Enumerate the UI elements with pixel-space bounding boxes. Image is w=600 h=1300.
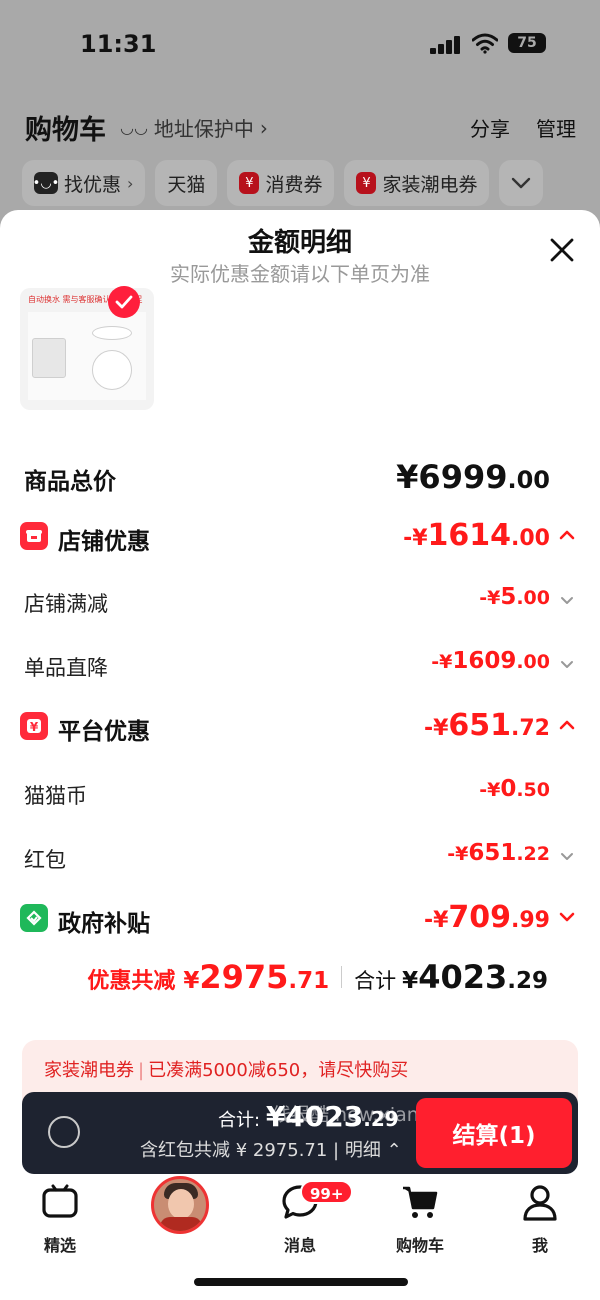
cart-icon xyxy=(403,1186,438,1218)
chevron-down-icon xyxy=(559,912,575,922)
chips-expand-button[interactable] xyxy=(499,160,544,206)
row-total-price: 商品总价 ¥6999.00 xyxy=(0,458,600,498)
chevron-right-icon: › xyxy=(127,173,134,193)
row-value: -¥0.50 xyxy=(479,776,550,802)
promo-text: 家装潮电券 | 已凑满5000减650，请尽快购买 xyxy=(44,1060,409,1081)
chip-consumer-voucher[interactable]: ¥ 消费券 xyxy=(227,160,335,206)
row-platform-discount[interactable]: ¥ 平台优惠 -¥651.72 xyxy=(0,708,600,748)
row-label: 商品总价 xyxy=(24,469,116,495)
row-store-discount[interactable]: 店铺优惠 -¥1614.00 xyxy=(0,518,600,558)
coupon-face-icon: •◡• xyxy=(33,172,59,194)
chevron-up-icon: ⌃ xyxy=(386,1140,402,1161)
red-coupon-icon: ¥ xyxy=(356,172,377,194)
row-label: 店铺满减 xyxy=(24,592,108,616)
avatar xyxy=(151,1176,209,1234)
grand-total-value: 4023 xyxy=(418,958,508,996)
tab-label: 我 xyxy=(531,1236,548,1255)
promo-message: 已凑满5000减650，请尽快购买 xyxy=(148,1060,409,1081)
cart-title: 购物车 xyxy=(25,115,106,146)
discount-summary: 优惠共减 ¥ 2975 .71 合计 ¥ 4023 .29 xyxy=(87,958,548,996)
address-protect-link[interactable]: ◡◡ 地址保护中 › xyxy=(120,113,268,142)
tab-me[interactable]: 我 xyxy=(495,1182,585,1256)
row-label: 平台优惠 xyxy=(58,719,150,745)
row-red-packet[interactable]: 红包 -¥651.22 xyxy=(0,840,600,880)
filter-chips: •◡• 找优惠 › 天猫 ¥ 消费券 ¥ 家装潮电券 xyxy=(22,160,544,206)
row-label: 红包 xyxy=(24,848,66,872)
row-value: -¥1609.00 xyxy=(431,648,550,674)
row-value: -¥1614.00 xyxy=(403,518,550,553)
row-gov-subsidy[interactable]: 政府补贴 -¥709.99 xyxy=(0,900,600,940)
store-icon xyxy=(20,522,48,550)
close-icon[interactable] xyxy=(544,232,580,268)
chevron-down-icon xyxy=(561,853,573,860)
select-all-radio[interactable] xyxy=(48,1116,80,1148)
manage-button[interactable]: 管理 xyxy=(536,113,576,142)
promo-tag: 家装潮电券 xyxy=(44,1060,134,1081)
signal-icon xyxy=(430,36,462,54)
chip-label: 天猫 xyxy=(167,173,206,196)
chip-home-appliance-voucher[interactable]: ¥ 家装潮电券 xyxy=(344,160,490,206)
tab-cart[interactable]: 购物车 xyxy=(375,1182,465,1256)
row-label: 店铺优惠 xyxy=(58,529,150,555)
cart-header: 购物车 ◡◡ 地址保护中 › 分享 管理 xyxy=(0,100,600,150)
row-value: -¥709.99 xyxy=(423,900,550,935)
checkout-detail-link[interactable]: 含红包共减 ¥ 2975.71 | 明细 ⌃ xyxy=(140,1136,402,1162)
checkout-bar: 合计: ¥4023.29 含红包共减 ¥ 2975.71 | 明细 ⌃ 线报酷 … xyxy=(22,1092,578,1174)
row-label: 猫猫币 xyxy=(24,784,87,808)
sheet-subtitle: 实际优惠金额请以下单页为准 xyxy=(170,262,430,286)
chevron-up-icon xyxy=(559,530,575,540)
cart-page-background: 11:31 75 购物车 ◡◡ 地址保护中 › 分享 管理 •◡• 找优惠 › … xyxy=(0,0,600,230)
row-value: -¥5.00 xyxy=(479,584,550,610)
row-cat-coin: 猫猫币 -¥0.50 xyxy=(0,776,600,816)
chip-find-deals[interactable]: •◡• 找优惠 › xyxy=(22,160,146,206)
checkout-button[interactable]: 结算(1) xyxy=(416,1098,572,1168)
featured-tv-icon xyxy=(42,1184,78,1218)
wifi-icon xyxy=(472,33,498,54)
row-value: ¥6999.00 xyxy=(396,458,550,496)
grand-total-label: 合计 xyxy=(354,969,397,993)
chevron-down-icon xyxy=(512,177,531,189)
tab-featured[interactable]: 精选 xyxy=(15,1182,105,1256)
red-coupon-icon: ¥ xyxy=(239,172,260,194)
tab-live[interactable] xyxy=(135,1176,225,1240)
selected-check-icon[interactable] xyxy=(108,286,140,318)
row-label: 单品直降 xyxy=(24,656,108,680)
home-indicator xyxy=(194,1278,408,1286)
closed-eye-icon: ◡◡ xyxy=(120,118,148,137)
status-bar: 11:31 75 xyxy=(0,0,600,90)
chip-tmall[interactable]: 天猫 xyxy=(155,160,218,206)
tab-label: 购物车 xyxy=(395,1236,444,1255)
robot-dock-image xyxy=(32,338,66,378)
address-protect-label: 地址保护中 xyxy=(153,117,254,141)
tab-label: 消息 xyxy=(283,1236,316,1255)
chip-label: 消费券 xyxy=(265,173,323,196)
message-count-badge: 99+ xyxy=(300,1180,354,1204)
row-store-full-reduction[interactable]: 店铺满减 -¥5.00 xyxy=(0,584,600,624)
status-time: 11:31 xyxy=(80,30,157,58)
chip-label: 家装潮电券 xyxy=(382,173,478,196)
gov-subsidy-icon xyxy=(20,904,48,932)
chip-label: 找优惠 xyxy=(64,173,122,196)
row-label: 政府补贴 xyxy=(58,911,150,937)
tab-label: 精选 xyxy=(43,1236,76,1255)
svg-text:¥: ¥ xyxy=(30,720,39,734)
chevron-down-icon xyxy=(561,661,573,668)
chevron-down-icon xyxy=(561,597,573,604)
row-value: -¥651.72 xyxy=(423,708,550,743)
share-button[interactable]: 分享 xyxy=(470,113,510,142)
platform-coupon-icon: ¥ xyxy=(20,712,48,740)
chevron-up-icon xyxy=(559,720,575,730)
person-icon xyxy=(523,1185,557,1221)
battery-indicator: 75 xyxy=(508,33,546,53)
robot-vacuum-image xyxy=(92,350,132,390)
discount-total-label: 优惠共减 xyxy=(87,969,176,994)
discount-total-value: 2975 xyxy=(199,958,289,996)
chevron-right-icon: › xyxy=(259,115,268,140)
divider xyxy=(341,966,343,988)
row-value: -¥651.22 xyxy=(447,840,550,866)
sheet-title: 金额明细 xyxy=(247,228,352,258)
row-item-direct-drop[interactable]: 单品直降 -¥1609.00 xyxy=(0,648,600,688)
